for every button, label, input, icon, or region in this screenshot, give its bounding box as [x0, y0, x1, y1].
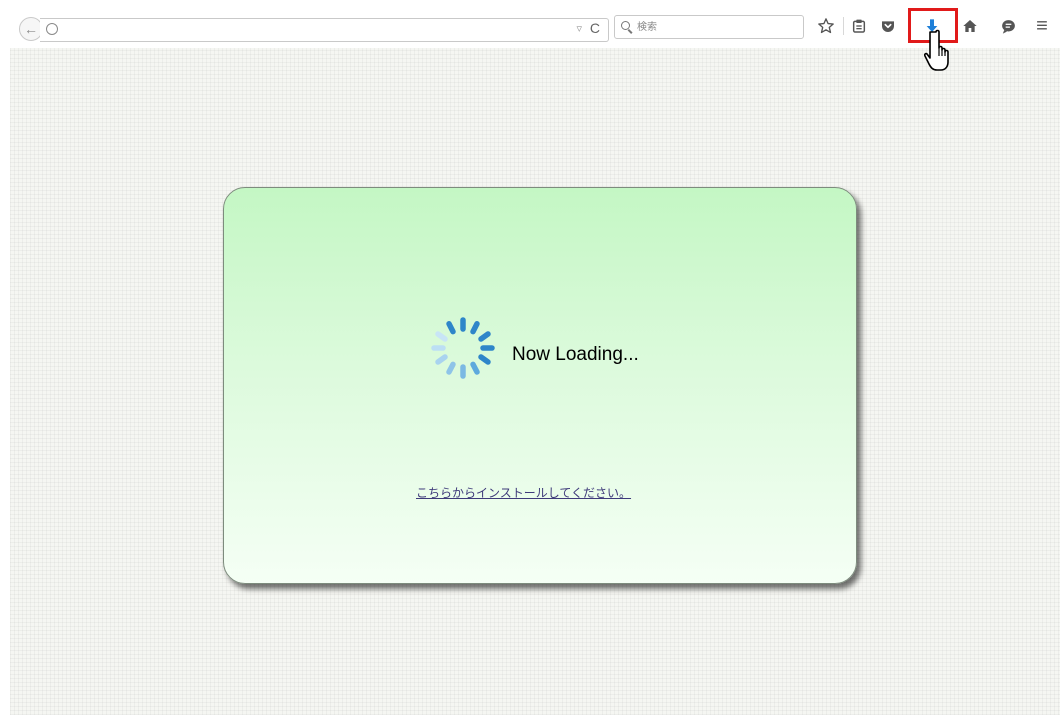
star-icon[interactable] — [814, 14, 838, 38]
search-icon — [621, 21, 630, 30]
url-dropmarker-icon[interactable]: ▿ — [576, 22, 582, 35]
reload-icon[interactable]: C — [590, 20, 600, 36]
site-info-icon[interactable] — [46, 23, 58, 35]
url-bar[interactable]: ▿ C — [40, 18, 609, 42]
loading-card — [223, 187, 857, 584]
hand-pointer-cursor-icon — [924, 29, 949, 71]
back-arrow-icon: ← — [24, 21, 38, 37]
search-bar[interactable] — [614, 15, 804, 39]
pocket-icon[interactable] — [876, 14, 900, 38]
search-input[interactable] — [635, 18, 799, 36]
loading-text: Now Loading... — [512, 344, 639, 365]
loading-spinner-icon — [431, 317, 495, 379]
hamburger-menu-icon[interactable]: ≡ — [1030, 14, 1054, 38]
install-link[interactable]: こちらからインストールしてください。 — [416, 484, 631, 501]
clipboard-icon[interactable] — [847, 14, 871, 38]
chat-bubble-icon[interactable] — [996, 14, 1020, 38]
browser-toolbar: ← ▿ C ≡ — [0, 0, 1061, 48]
toolbar-separator — [843, 17, 844, 35]
